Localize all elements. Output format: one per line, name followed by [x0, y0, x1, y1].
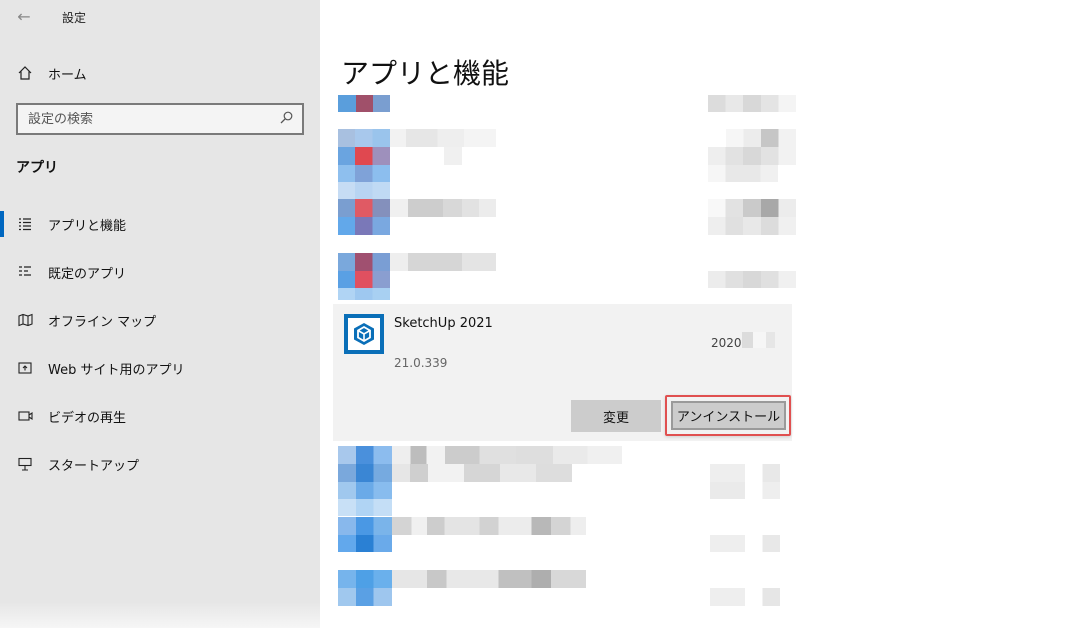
sidebar-item-default-apps[interactable]: 既定のアプリ: [16, 259, 316, 285]
sidebar-fade: [0, 602, 320, 628]
blurred-info: [708, 147, 796, 165]
default-apps-icon: [16, 263, 34, 281]
search-icon[interactable]: [280, 111, 302, 128]
app-version: 21.0.339: [394, 356, 448, 370]
video-icon: [16, 407, 34, 425]
blurred-info: [708, 165, 778, 182]
back-button[interactable]: ←: [12, 4, 36, 28]
blurred-icon: [338, 446, 392, 464]
sidebar-item-startup[interactable]: スタートアップ: [16, 451, 316, 477]
sketchup-app-icon: [344, 314, 384, 354]
web-apps-icon: [16, 359, 34, 377]
blurred-icon: [338, 271, 390, 288]
blurred-info: [708, 199, 796, 217]
blurred-info: [708, 217, 796, 235]
section-heading: アプリ: [16, 160, 58, 176]
sketchup-logo-icon: [348, 318, 380, 350]
sidebar: ← 設定 ホーム アプリ アプリと機能 既定のアプリ オフライン マップ: [0, 0, 320, 628]
search-input[interactable]: [28, 111, 280, 127]
blurred-info: [708, 271, 796, 288]
app-name: SketchUp 2021: [394, 316, 493, 331]
title-bar: ← 設定: [0, 0, 320, 34]
blurred-icon: [356, 95, 373, 112]
blurred-text: [392, 446, 622, 464]
modify-button[interactable]: 変更: [571, 400, 661, 432]
blurred-icon: [338, 535, 392, 552]
blurred-icon: [338, 217, 390, 235]
blurred-icon: [338, 165, 390, 182]
page-title: アプリと機能: [341, 57, 510, 90]
blurred-info: [710, 535, 780, 552]
sidebar-item-web-apps[interactable]: Web サイト用のアプリ: [16, 355, 316, 381]
home-icon: [16, 64, 34, 82]
blurred-text: [392, 570, 586, 588]
map-icon: [16, 311, 34, 329]
nav-home[interactable]: ホーム: [16, 60, 87, 86]
blurred-info: [710, 588, 780, 606]
blurred-icon: [338, 499, 392, 516]
blurred-icon: [338, 570, 392, 588]
sidebar-item-label: スタートアップ: [48, 458, 140, 474]
blurred-icon: [338, 129, 390, 147]
uninstall-highlight-annotation: [665, 395, 791, 436]
blurred-icon: [338, 482, 392, 499]
blurred-icon: [338, 182, 390, 199]
blurred-icon: [338, 95, 356, 112]
list-icon: [16, 215, 34, 233]
sidebar-item-label: ビデオの再生: [48, 410, 127, 426]
blurred-text: [444, 147, 462, 165]
blurred-info: [726, 129, 796, 147]
blurred-text: [392, 517, 586, 535]
blurred-icon: [373, 95, 390, 112]
blurred-info: [708, 95, 796, 112]
blurred-date: [742, 332, 786, 348]
blurred-icon: [338, 147, 390, 165]
blurred-info: [710, 464, 780, 482]
sidebar-item-label: 既定のアプリ: [48, 266, 127, 282]
blurred-text: [390, 199, 496, 217]
search-box[interactable]: [16, 103, 304, 135]
blurred-text: [390, 129, 496, 147]
sidebar-item-label: Web サイト用のアプリ: [48, 362, 185, 378]
blurred-icon: [338, 517, 392, 535]
sidebar-item-apps-features[interactable]: アプリと機能: [0, 211, 316, 237]
sidebar-item-offline-maps[interactable]: オフライン マップ: [16, 307, 316, 333]
blurred-text: [392, 464, 572, 482]
startup-icon: [16, 455, 34, 473]
blurred-text: [390, 253, 496, 271]
blurred-icon: [338, 588, 392, 606]
app-install-date: 2020: [711, 336, 742, 350]
window-title: 設定: [62, 11, 87, 25]
home-label: ホーム: [48, 67, 87, 83]
blurred-icon: [338, 288, 390, 300]
sidebar-item-label: アプリと機能: [48, 218, 127, 234]
blurred-icon: [338, 253, 390, 271]
blurred-icon: [338, 464, 392, 482]
back-arrow-icon: ←: [17, 6, 31, 26]
blurred-info: [710, 482, 780, 499]
sidebar-item-video-playback[interactable]: ビデオの再生: [16, 403, 316, 429]
sidebar-item-label: オフライン マップ: [48, 314, 157, 330]
blurred-icon: [338, 199, 390, 217]
